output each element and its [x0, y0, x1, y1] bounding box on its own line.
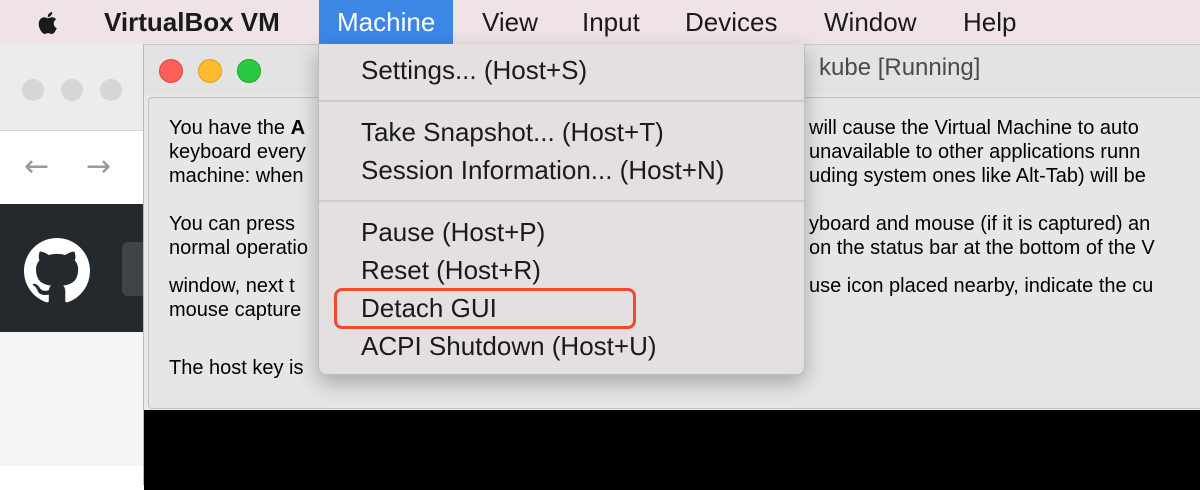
vm-text-line: keyboard every — [169, 141, 306, 163]
browser-zoom-button[interactable] — [100, 79, 122, 101]
menu-separator — [319, 100, 804, 102]
close-button[interactable] — [159, 59, 183, 83]
vm-text-line: normal operatio — [169, 237, 308, 259]
browser-toolbar: ← → — [0, 131, 145, 205]
browser-titlebar — [0, 44, 145, 131]
browser-window: ← → — [0, 44, 152, 466]
vm-text-line: mouse capture — [169, 299, 302, 321]
vm-text-line: machine: when — [169, 165, 304, 187]
menu-separator — [319, 200, 804, 202]
back-arrow-icon[interactable]: ← — [24, 149, 49, 184]
browser-close-button[interactable] — [22, 79, 44, 101]
menu-devices[interactable]: Devices — [685, 0, 777, 44]
menu-view[interactable]: View — [482, 0, 538, 44]
zoom-button[interactable] — [237, 59, 261, 83]
detach-gui-highlight-box — [334, 288, 636, 329]
menu-machine[interactable]: Machine — [319, 0, 454, 44]
minimize-button[interactable] — [198, 59, 222, 83]
vm-text-line: use icon placed nearby, indicate the cu — [809, 275, 1154, 297]
menu-item-take-snapshot[interactable]: Take Snapshot... (Host+T) — [361, 116, 664, 148]
vm-text-line: The host key is — [169, 357, 304, 379]
menu-help[interactable]: Help — [963, 0, 1016, 44]
vm-window-title: kube [Running] — [819, 54, 981, 81]
menu-input[interactable]: Input — [582, 0, 640, 44]
menu-item-session-information[interactable]: Session Information... (Host+N) — [361, 154, 724, 186]
vm-text-line: unavailable to other applications runn — [809, 141, 1141, 163]
vm-text-line: uding system ones like Alt-Tab) will be — [809, 165, 1146, 187]
menu-item-acpi-shutdown[interactable]: ACPI Shutdown (Host+U) — [361, 330, 657, 362]
vm-text-line: yboard and mouse (if it is captured) an — [809, 213, 1151, 235]
apple-icon[interactable] — [36, 10, 62, 36]
vm-display-area[interactable] — [144, 410, 1200, 490]
menu-item-reset[interactable]: Reset (Host+R) — [361, 254, 541, 286]
menu-item-pause[interactable]: Pause (Host+P) — [361, 216, 545, 248]
menu-item-settings[interactable]: Settings... (Host+S) — [361, 54, 587, 86]
github-header — [0, 204, 152, 332]
vm-text-line: window, next t — [169, 275, 295, 297]
browser-minimize-button[interactable] — [61, 79, 83, 101]
vm-text-line: will cause the Virtual Machine to auto — [809, 117, 1139, 139]
github-logo-icon[interactable] — [24, 238, 90, 304]
vm-text-line: on the status bar at the bottom of the V — [809, 237, 1155, 259]
menu-app-name[interactable]: VirtualBox VM — [104, 0, 280, 44]
forward-arrow-icon[interactable]: → — [86, 149, 111, 184]
menu-bar: VirtualBox VM Machine View Input Devices… — [0, 0, 1200, 44]
menu-window[interactable]: Window — [824, 0, 916, 44]
vm-text-line: You can press — [169, 213, 296, 235]
vm-text-line: You have the A — [169, 117, 306, 139]
